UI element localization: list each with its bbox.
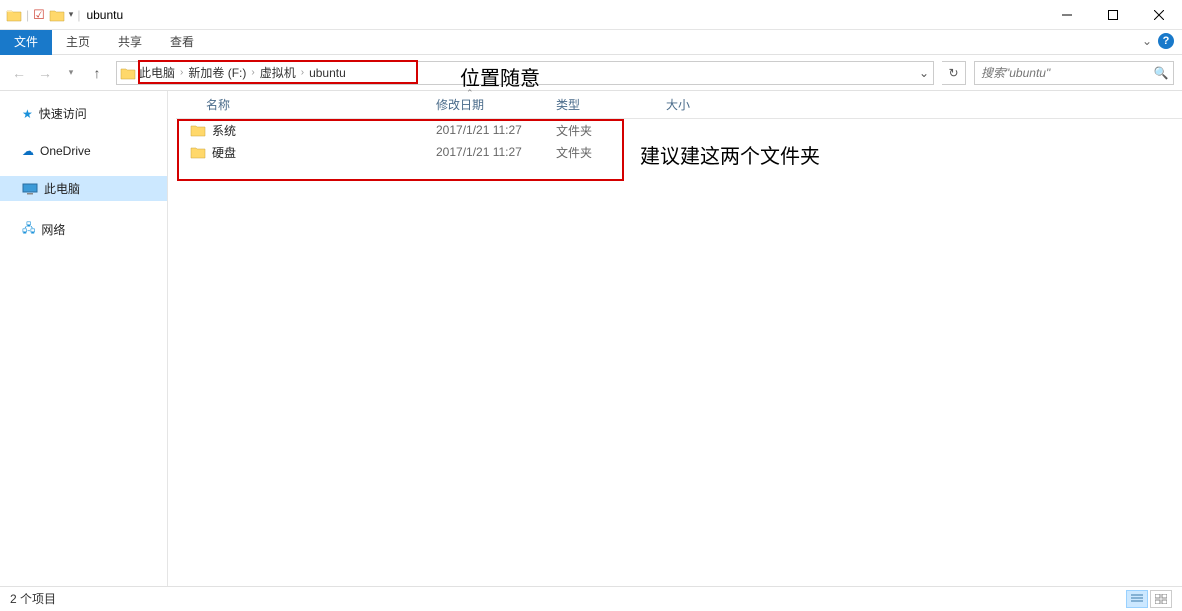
tab-share[interactable]: 共享 [104,30,156,55]
folder-icon[interactable] [49,8,65,22]
column-header-name[interactable]: 名称 [176,96,436,113]
sidebar-item-label: 快速访问 [39,105,87,122]
close-button[interactable] [1136,0,1182,30]
file-modified: 2017/1/21 11:27 [436,145,556,159]
maximize-button[interactable] [1090,0,1136,30]
folder-icon [120,66,136,80]
qat-dropdown-icon[interactable]: ▾ [69,9,74,20]
folder-icon [6,8,22,22]
sidebar-item-quick-access[interactable]: ★ 快速访问 [0,101,167,126]
network-icon: 🖧 [22,219,35,240]
file-name: 系统 [212,122,236,139]
pc-icon [22,183,38,195]
titlebar: | ☑ ▾ | ubuntu [0,0,1182,30]
file-type: 文件夹 [556,122,666,139]
history-dropdown-icon[interactable]: ▾ [60,62,82,84]
window-title: ubuntu [86,8,123,22]
minimize-button[interactable] [1044,0,1090,30]
breadcrumb: 此电脑› 新加卷 (F:)› 虚拟机› ubuntu [139,64,346,81]
help-icon[interactable]: ? [1158,33,1174,49]
ribbon-expand-icon[interactable]: ⌄ [1142,34,1152,48]
columns-header: 名称 修改日期 类型 大小 [176,91,1182,119]
tab-file[interactable]: 文件 [0,30,52,55]
search-box[interactable]: 🔍 [974,61,1174,85]
chevron-right-icon[interactable]: › [248,67,257,78]
sidebar-item-this-pc[interactable]: 此电脑 [0,176,167,201]
view-details-button[interactable] [1126,590,1148,608]
star-icon: ★ [22,107,33,121]
column-header-type[interactable]: 类型 [556,96,666,113]
chevron-right-icon[interactable]: › [177,67,186,78]
qat-divider: | [77,8,80,22]
sidebar: ★ 快速访问 ☁ OneDrive 此电脑 🖧 网络 [0,91,168,586]
breadcrumb-item[interactable]: 虚拟机 [260,64,296,81]
forward-button[interactable]: → [34,62,56,84]
address-dropdown-icon[interactable]: ⌄ [915,66,933,80]
qat-check-icon[interactable]: ☑ [33,7,45,23]
navbar: ← → ▾ ↑ 此电脑› 新加卷 (F:)› 虚拟机› ubuntu ⌄ ↻ 🔍 [0,55,1182,91]
list-item[interactable]: 系统 2017/1/21 11:27 文件夹 [176,119,1182,141]
refresh-button[interactable]: ↻ [942,61,966,85]
folder-icon [190,145,206,159]
back-button[interactable]: ← [8,62,30,84]
cloud-icon: ☁ [22,144,34,158]
up-button[interactable]: ↑ [86,62,108,84]
sidebar-item-label: 此电脑 [44,180,80,197]
view-thumbnails-button[interactable] [1150,590,1172,608]
search-input[interactable] [975,66,1149,80]
status-item-count: 2 个项目 [10,590,56,607]
search-icon[interactable]: 🔍 [1149,66,1173,80]
breadcrumb-item[interactable]: ubuntu [309,66,346,80]
file-modified: 2017/1/21 11:27 [436,123,556,137]
breadcrumb-item[interactable]: 新加卷 (F:) [188,64,246,81]
details-view-icon [1131,594,1143,604]
ribbon-tabs: 文件 主页 共享 查看 ⌄ ? [0,30,1182,55]
sidebar-item-label: 网络 [41,221,65,238]
status-bar: 2 个项目 [0,586,1182,610]
file-name: 硬盘 [212,144,236,161]
chevron-right-icon[interactable]: › [298,67,307,78]
sidebar-item-network[interactable]: 🖧 网络 [0,215,167,244]
annotation-text: 建议建这两个文件夹 [640,140,820,169]
folder-icon [190,123,206,137]
thumbnails-view-icon [1155,594,1167,604]
qat: | ☑ ▾ | [0,7,80,23]
column-header-size[interactable]: 大小 [666,96,746,113]
column-header-modified[interactable]: 修改日期 [436,96,556,113]
qat-divider: | [26,8,29,22]
sidebar-item-label: OneDrive [40,144,91,158]
annotation-text: 位置随意 [460,62,540,91]
tab-view[interactable]: 查看 [156,30,208,55]
sidebar-item-onedrive[interactable]: ☁ OneDrive [0,140,167,162]
breadcrumb-item[interactable]: 此电脑 [139,64,175,81]
tab-home[interactable]: 主页 [52,30,104,55]
